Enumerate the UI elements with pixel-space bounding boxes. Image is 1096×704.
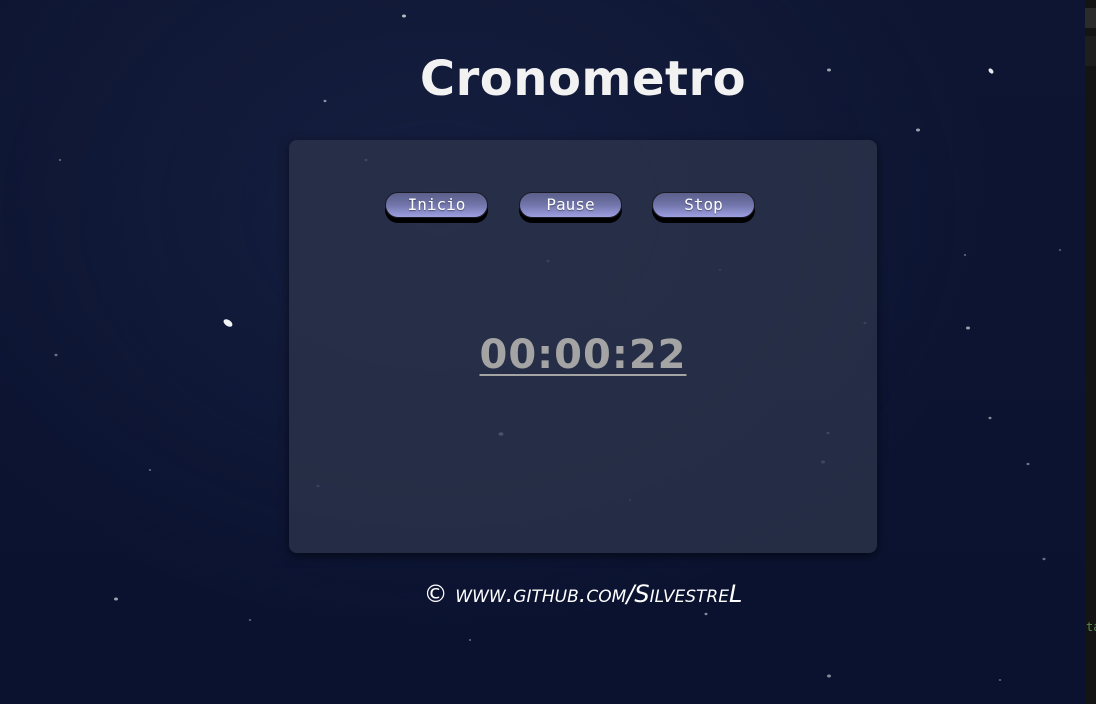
scrollbar-track[interactable]	[1085, 36, 1096, 66]
stopwatch-panel: Inicio Pause Stop 00:00:22	[289, 140, 877, 553]
scrollbar-top[interactable]	[1085, 8, 1096, 28]
pause-button[interactable]: Pause	[519, 192, 622, 218]
footer-credit[interactable]: © www.github.com/SilvestreL	[290, 578, 876, 610]
time-display: 00:00:22	[479, 332, 687, 378]
page-title: Cronometro	[419, 51, 747, 107]
edge-text-fragment: ta	[1086, 620, 1096, 634]
side-panel-edge: ta	[1085, 0, 1096, 704]
control-buttons: Inicio Pause Stop	[385, 192, 765, 228]
stop-button[interactable]: Stop	[652, 192, 755, 218]
start-button[interactable]: Inicio	[385, 192, 488, 218]
